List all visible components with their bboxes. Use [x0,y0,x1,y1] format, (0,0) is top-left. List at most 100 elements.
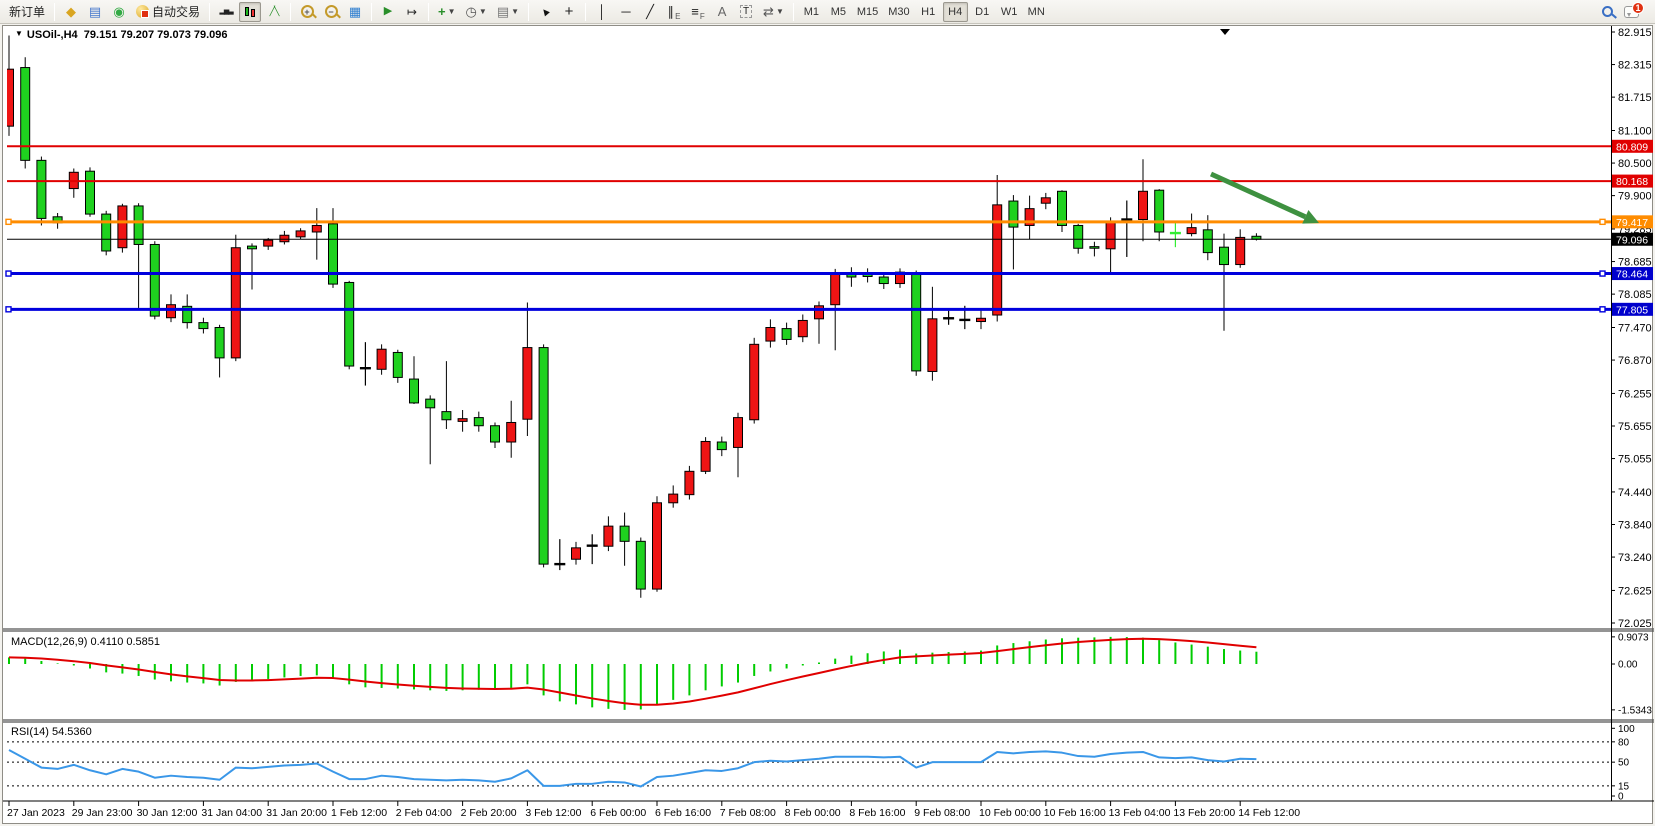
toolbar-separator [371,3,372,21]
candle-body [669,494,678,503]
price-axis[interactable]: 82.91582.31581.71581.10080.50079.90079.2… [1611,27,1653,803]
candle [507,401,516,458]
toolbar-separator [54,3,55,21]
candle [863,268,872,282]
timeframe-button-mn[interactable]: MN [1024,2,1049,22]
candle-body [86,171,95,214]
candle-body [507,422,516,442]
candle-body [636,541,645,589]
candle-body [977,318,986,321]
chart-shift-icon[interactable]: ↦ [401,2,423,22]
price-tick-label: 73.840 [1618,520,1652,532]
candle-body [1203,230,1212,253]
timeframe-button-d1[interactable]: D1 [970,2,995,22]
macd-panel[interactable] [9,637,1256,710]
rsi-tick-label: 0 [1618,792,1624,803]
periods-icon[interactable]: ◷▼ [462,2,491,22]
rsi-panel[interactable] [7,742,1611,787]
candle [86,167,95,216]
search-icon[interactable] [1596,2,1618,22]
timeframe-button-m15[interactable]: M15 [853,2,882,22]
candle-body [620,526,629,541]
rsi-tick-label: 50 [1618,758,1630,769]
symbol-collapse-icon[interactable]: ▼ [15,29,23,38]
timeframe-group: M1M5M15M30H1H4D1W1MN [798,2,1050,22]
fibonacci-icon[interactable]: ≡F [687,2,709,22]
auto-trading-icon [136,5,149,18]
vertical-line-icon[interactable]: │ [591,2,613,22]
time-tick-label: 3 Feb 12:00 [525,807,581,819]
candle [798,314,807,342]
chat-icon[interactable]: 1 [1620,2,1643,22]
price-badge-label: 79.417 [1616,217,1648,229]
bar-chart-icon[interactable]: ▂▅▃ [215,2,237,22]
time-tick-label: 31 Jan 20:00 [266,807,327,819]
candle [815,301,824,343]
timeframe-button-m5[interactable]: M5 [826,2,851,22]
timeframe-button-h1[interactable]: H1 [916,2,941,22]
line-handle[interactable] [1600,219,1605,224]
crosshair-icon[interactable]: + [558,2,580,22]
line-handle[interactable] [6,307,11,312]
line-chart-icon[interactable]: ╱╲ [263,2,285,22]
candle-body [167,305,176,318]
symbols-icon[interactable]: ◆ [60,2,82,22]
line-handle[interactable] [6,219,11,224]
candle [1187,214,1196,237]
timeframe-button-m30[interactable]: M30 [884,2,913,22]
candle [377,344,386,374]
candle [766,319,775,347]
candle-body [782,329,791,340]
chart-window[interactable]: 82.91582.31581.71581.10080.50079.90079.2… [2,25,1653,824]
candle-body [474,418,483,426]
candle [280,231,289,245]
timeframe-button-h4[interactable]: H4 [943,2,968,22]
time-tick-label: 30 Jan 12:00 [137,807,198,819]
candle [231,235,240,361]
label-icon[interactable]: T [735,2,757,22]
price-tick-label: 76.870 [1618,355,1652,367]
new-order-button[interactable]: 新订单 [5,2,49,22]
candle-body [1220,247,1229,264]
time-tick-label: 13 Feb 20:00 [1173,807,1235,819]
chart-title-ohlc: 79.151 79.207 79.073 79.096 [84,29,228,41]
horizontal-line-icon[interactable]: ─ [615,2,637,22]
zoom-in-icon[interactable]: + [296,2,318,22]
candle [134,203,143,308]
shapes-icon[interactable]: ⇄▼ [759,2,788,22]
auto-trading-button[interactable]: 自动交易 [132,2,204,22]
market-watch-icon[interactable]: ▤ [84,2,106,22]
price-panel[interactable] [5,36,1261,598]
candlestick-chart-icon[interactable] [239,2,261,22]
price-tick-label: 72.025 [1618,618,1652,630]
channel-icon[interactable]: ∥E [663,2,685,22]
line-handle[interactable] [6,271,11,276]
timeframe-button-w1[interactable]: W1 [997,2,1022,22]
candle [37,157,46,226]
time-axis[interactable]: 27 Jan 202329 Jan 23:0030 Jan 12:0031 Ja… [7,801,1300,819]
price-tick-label: 82.315 [1618,60,1652,72]
timeframe-button-m1[interactable]: M1 [799,2,824,22]
zoom-out-icon[interactable]: − [320,2,342,22]
tile-windows-icon[interactable]: ▦ [344,2,366,22]
candle [750,338,759,424]
cursor-icon[interactable]: ▲ [534,2,556,22]
rsi-tick-label: 100 [1618,724,1635,735]
price-badge-label: 79.096 [1616,234,1648,246]
line-handle[interactable] [1600,307,1605,312]
time-tick-label: 27 Jan 2023 [7,807,65,819]
text-icon[interactable]: A [711,2,733,22]
candle-body [1090,247,1099,249]
auto-scroll-icon[interactable]: ▶ [377,2,399,22]
templates-icon[interactable]: ▤▼ [493,2,523,22]
candle-body [410,379,419,403]
line-handle[interactable] [1600,271,1605,276]
indicators-icon[interactable]: +▼ [434,2,460,22]
chart-canvas[interactable]: 82.91582.31581.71581.10080.50079.90079.2… [3,26,1654,823]
candle-body [248,246,257,249]
candle [587,534,598,564]
candle [636,538,645,598]
main-toolbar: 新订单 ◆ ▤ ◉ 自动交易 ▂▅▃ ╱╲ + − ▦ ▶ ↦ +▼ ◷▼ ▤▼… [0,0,1655,24]
signals-icon[interactable]: ◉ [108,2,130,22]
trendline-icon[interactable]: ╱ [639,2,661,22]
